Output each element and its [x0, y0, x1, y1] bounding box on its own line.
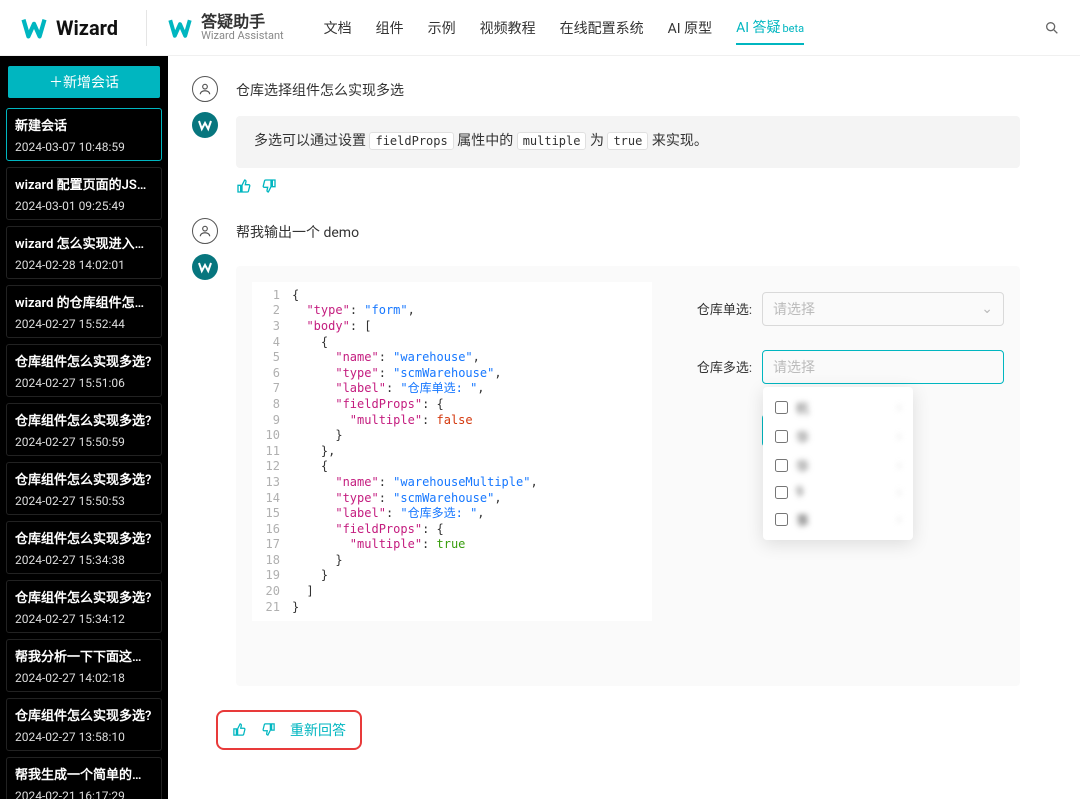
single-select[interactable]: 请选择 ⌄	[762, 292, 1004, 326]
chevron-right-icon: ›	[897, 512, 901, 526]
top-bar: Wizard 答疑助手 Wizard Assistant 文档组件示例视频教程在…	[0, 0, 1080, 56]
multi-select[interactable]: 请选择 杭›华›华›9›事›	[762, 350, 1004, 384]
user-avatar-icon	[192, 218, 218, 244]
chevron-right-icon: ›	[897, 429, 901, 443]
answer-bubble: 多选可以通过设置 fieldProps 属性中的 multiple 为 true…	[236, 116, 1020, 168]
thumbs-down-icon[interactable]	[261, 178, 277, 194]
thumbs-down-icon[interactable]	[261, 722, 276, 737]
feedback-row	[236, 178, 1020, 198]
session-item[interactable]: 仓库组件怎么实现多选?2024-02-27 15:51:06	[6, 344, 162, 397]
thumbs-up-icon[interactable]	[236, 178, 252, 194]
session-item[interactable]: 仓库组件怎么实现多选?2024-02-27 15:50:53	[6, 462, 162, 515]
dropdown-option[interactable]: 9›	[763, 480, 913, 505]
session-item[interactable]: wizard 配置页面的JSON...2024-03-01 09:25:49	[6, 167, 162, 220]
session-list: 新建会话2024-03-07 10:48:59 wizard 配置页面的JSON.…	[0, 108, 168, 799]
top-nav: 文档组件示例视频教程在线配置系统 AI 原型 AI 答疑beta	[324, 11, 804, 45]
chevron-down-icon: ⌄	[981, 301, 993, 317]
new-session-button[interactable]: ＋新增会话	[8, 66, 160, 98]
bot-avatar-icon	[192, 254, 218, 280]
brand-divider	[146, 10, 147, 46]
dropdown-option[interactable]: 华›	[763, 451, 913, 480]
option-checkbox[interactable]	[775, 486, 788, 499]
nav-item[interactable]: AI 原型	[668, 12, 712, 44]
session-item[interactable]: 新建会话2024-03-07 10:48:59	[6, 108, 162, 161]
option-checkbox[interactable]	[775, 401, 788, 414]
user-message: 帮我输出一个 demo	[236, 218, 1020, 242]
session-item[interactable]: 仓库组件怎么实现多选?2024-02-27 13:58:10	[6, 698, 162, 751]
nav-item[interactable]: 视频教程	[480, 12, 536, 44]
chat-main: 仓库选择组件怎么实现多选 多选可以通过设置 fieldProps 属性中的 mu…	[168, 56, 1080, 799]
nav-item[interactable]: 在线配置系统	[560, 12, 644, 44]
session-item[interactable]: wizard 的仓库组件怎么...2024-02-27 15:52:44	[6, 285, 162, 338]
session-item[interactable]: 帮我分析一下下面这个页...2024-02-27 14:02:18	[6, 639, 162, 692]
session-item[interactable]: 帮我生成一个简单的表...2024-02-21 16:17:29	[6, 757, 162, 799]
assistant-logo-icon	[167, 15, 193, 41]
regenerate-box: 重新回答	[216, 710, 362, 750]
nav-item[interactable]: 组件	[376, 12, 404, 44]
code-block: 1{2 "type": "form",3 "body": [4 {5 "name…	[252, 282, 652, 621]
session-item[interactable]: wizard 怎么实现进入页...2024-02-28 14:02:01	[6, 226, 162, 279]
form-preview: 仓库单选: 请选择 ⌄ 仓库多选: 请选择 杭›华›华›9›事›	[682, 282, 1004, 457]
user-avatar-icon	[192, 76, 218, 102]
brand-main: Wizard	[20, 14, 118, 42]
nav-item[interactable]: AI 答疑beta	[736, 11, 804, 45]
bot-message: 多选可以通过设置 fieldProps 属性中的 multiple 为 true…	[236, 112, 1020, 168]
session-sidebar: ＋新增会话 新建会话2024-03-07 10:48:59 wizard 配置页面…	[0, 56, 168, 799]
option-checkbox[interactable]	[775, 513, 788, 526]
chevron-right-icon: ›	[897, 458, 901, 472]
thumbs-up-icon[interactable]	[232, 722, 247, 737]
chevron-right-icon: ›	[897, 485, 901, 499]
regenerate-button[interactable]: 重新回答	[290, 720, 346, 740]
user-message: 仓库选择组件怎么实现多选	[236, 76, 1020, 100]
option-checkbox[interactable]	[775, 459, 788, 472]
brand-sub: 答疑助手 Wizard Assistant	[167, 13, 284, 43]
session-item[interactable]: 仓库组件怎么实现多选?2024-02-27 15:34:38	[6, 521, 162, 574]
form-label-single: 仓库单选:	[682, 299, 752, 318]
wizard-logo-icon	[20, 14, 48, 42]
dropdown-option[interactable]: 杭›	[763, 393, 913, 422]
dropdown-option[interactable]: 华›	[763, 422, 913, 451]
form-label-multi: 仓库多选:	[682, 357, 752, 376]
option-checkbox[interactable]	[775, 430, 788, 443]
session-item[interactable]: 仓库组件怎么实现多选?2024-02-27 15:50:59	[6, 403, 162, 456]
demo-area: 1{2 "type": "form",3 "body": [4 {5 "name…	[236, 266, 1020, 686]
chevron-right-icon: ›	[897, 400, 901, 414]
multi-select-dropdown[interactable]: 杭›华›华›9›事›	[763, 387, 913, 540]
nav-item[interactable]: 示例	[428, 12, 456, 44]
bot-message: 1{2 "type": "form",3 "body": [4 {5 "name…	[236, 254, 1020, 686]
nav-item[interactable]: 文档	[324, 12, 352, 44]
search-icon[interactable]	[1044, 20, 1060, 36]
dropdown-option[interactable]: 事›	[763, 505, 913, 534]
bot-avatar-icon	[192, 112, 218, 138]
session-item[interactable]: 仓库组件怎么实现多选?2024-02-27 15:34:12	[6, 580, 162, 633]
